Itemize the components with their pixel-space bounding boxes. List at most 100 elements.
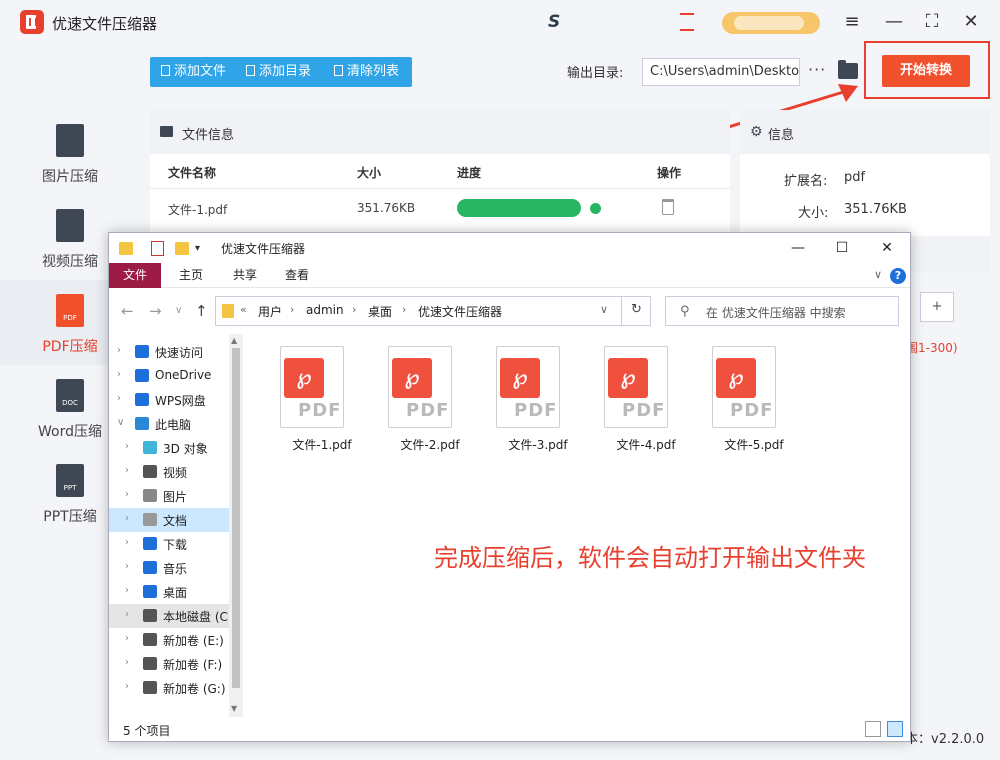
- chevron-down-icon[interactable]: ∨: [117, 417, 124, 428]
- chevron-down-icon[interactable]: ∨: [600, 303, 608, 316]
- add-folder-button[interactable]: 添加目录: [246, 57, 311, 87]
- scroll-down-icon[interactable]: ▼: [231, 704, 237, 713]
- brand-s-icon[interactable]: S: [548, 12, 560, 32]
- tree-item-label: 文档: [163, 514, 188, 528]
- tab-file[interactable]: 文件: [109, 263, 162, 288]
- tree-item[interactable]: › 图片: [109, 484, 229, 508]
- tree-item[interactable]: › OneDrive: [109, 364, 229, 388]
- add-file-button[interactable]: 添加文件: [161, 57, 226, 87]
- drive-icon: [143, 609, 157, 622]
- chevron-right-icon[interactable]: ›: [125, 585, 129, 596]
- file-list-panel: 文件信息 文件名称 大小 进度 操作 文件-1.pdf 351.76KB: [150, 110, 730, 250]
- gear-icon: ⚙: [750, 124, 763, 140]
- chevron-right-icon[interactable]: ›: [117, 393, 121, 404]
- tab-share[interactable]: 共享: [219, 263, 271, 288]
- file-panel-header: 文件信息: [150, 110, 730, 154]
- tree-item-label: 图片: [163, 490, 188, 504]
- chevron-down-icon[interactable]: ∨: [874, 268, 882, 281]
- address-bar[interactable]: « 用户 › admin › 桌面 › 优速文件压缩器 ∨: [215, 296, 651, 326]
- file-item[interactable]: ℘ PDF 文件-5.pdf: [686, 344, 784, 454]
- minimize-icon[interactable]: —: [880, 8, 908, 36]
- up-icon[interactable]: ↑: [195, 302, 208, 320]
- minimize-icon[interactable]: —: [783, 237, 813, 259]
- tree-item[interactable]: › 音乐: [109, 556, 229, 580]
- help-icon[interactable]: ?: [890, 268, 906, 284]
- tree-item-label: 此电脑: [155, 418, 192, 432]
- file-name-cell: 文件-1.pdf: [168, 203, 228, 217]
- refresh-icon[interactable]: ↻: [621, 296, 651, 326]
- trash-icon: [334, 65, 343, 76]
- close-icon[interactable]: ✕: [872, 237, 902, 259]
- tree-item[interactable]: ∨ 此电脑: [109, 412, 229, 436]
- tree-item-label: 新加卷 (E:): [163, 634, 224, 648]
- chevron-right-icon[interactable]: ›: [125, 657, 129, 668]
- file-item[interactable]: ℘ PDF 文件-3.pdf: [470, 344, 568, 454]
- chevron-right-icon[interactable]: ›: [125, 633, 129, 644]
- chevron-right-icon[interactable]: ›: [125, 537, 129, 548]
- tree-item[interactable]: › WPS网盘: [109, 388, 229, 412]
- clear-list-button[interactable]: 清除列表: [334, 57, 399, 87]
- tree-item[interactable]: › 桌面: [109, 580, 229, 604]
- chevron-right-icon[interactable]: ›: [125, 489, 129, 500]
- chevron-right-icon[interactable]: ›: [117, 345, 121, 356]
- quantity-stepper-plus[interactable]: +: [920, 292, 954, 322]
- tree-item[interactable]: › 文档: [109, 508, 229, 532]
- breadcrumb-item[interactable]: 优速文件压缩器: [418, 303, 502, 320]
- recent-chevron-icon[interactable]: ∨: [175, 305, 182, 316]
- close-icon[interactable]: ✕: [957, 8, 985, 36]
- file-item[interactable]: ℘ PDF 文件-1.pdf: [254, 344, 352, 454]
- sidebar-item-image[interactable]: 图片压缩: [0, 110, 140, 195]
- start-convert-button[interactable]: 开始转换: [882, 55, 970, 87]
- large-icons-view-icon[interactable]: [887, 721, 903, 737]
- file-name: 文件-5.pdf: [724, 438, 784, 452]
- explorer-title: 优速文件压缩器: [221, 242, 306, 256]
- scroll-up-icon[interactable]: ▲: [231, 336, 237, 345]
- breadcrumb-item[interactable]: 桌面: [368, 303, 392, 320]
- chevron-right-icon[interactable]: ›: [117, 369, 121, 380]
- back-icon[interactable]: ←: [121, 302, 134, 320]
- scroll-thumb[interactable]: [232, 348, 240, 688]
- chevron-right-icon[interactable]: ›: [125, 681, 129, 692]
- tab-view[interactable]: 查看: [271, 263, 323, 288]
- menu-icon[interactable]: ≡: [838, 8, 866, 36]
- red-badge-icon[interactable]: [680, 13, 694, 31]
- search-input[interactable]: ⚲ 在 优速文件压缩器 中搜索: [665, 296, 899, 326]
- chevron-down-icon[interactable]: ▾: [195, 241, 208, 256]
- file-item[interactable]: ℘ PDF 文件-4.pdf: [578, 344, 676, 454]
- breadcrumb-overflow[interactable]: «: [240, 303, 247, 316]
- tree-item[interactable]: › 新加卷 (G:): [109, 676, 229, 700]
- trash-icon[interactable]: [662, 199, 674, 215]
- breadcrumb-item[interactable]: 用户: [258, 303, 282, 320]
- chevron-right-icon[interactable]: ›: [125, 609, 129, 620]
- tree-item[interactable]: › 新加卷 (E:): [109, 628, 229, 652]
- tree-scrollbar[interactable]: ▲ ▼: [229, 334, 243, 717]
- new-folder-icon[interactable]: [175, 242, 189, 255]
- image-icon: [160, 126, 173, 137]
- chevron-right-icon[interactable]: ›: [125, 561, 129, 572]
- tree-item[interactable]: › 视频: [109, 460, 229, 484]
- user-account-pill[interactable]: [722, 12, 820, 34]
- tree-item[interactable]: › 下载: [109, 532, 229, 556]
- maximize-icon[interactable]: ⛶: [918, 8, 946, 36]
- properties-icon[interactable]: [151, 241, 164, 256]
- chevron-right-icon[interactable]: ›: [125, 441, 129, 452]
- details-view-icon[interactable]: [865, 721, 881, 737]
- file-item[interactable]: ℘ PDF 文件-2.pdf: [362, 344, 460, 454]
- explorer-navbar: ← → ∨ ↑ « 用户 › admin › 桌面 › 优速文件压缩器 ∨ ↻ …: [109, 288, 910, 334]
- tree-item[interactable]: › 快速访问: [109, 340, 229, 364]
- ext-value: pdf: [844, 170, 866, 185]
- tree-item[interactable]: › 新加卷 (F:): [109, 652, 229, 676]
- chevron-right-icon[interactable]: ›: [125, 513, 129, 524]
- tree-item[interactable]: › 3D 对象: [109, 436, 229, 460]
- forward-icon[interactable]: →: [149, 302, 162, 320]
- tree-item-label: WPS网盘: [155, 394, 206, 408]
- maximize-icon[interactable]: ☐: [827, 237, 857, 259]
- sidebar-item-label: 图片压缩: [42, 169, 98, 185]
- tree-item[interactable]: › 本地磁盘 (C: [109, 604, 229, 628]
- tab-home[interactable]: 主页: [165, 263, 217, 288]
- tree-item-label: 桌面: [163, 586, 188, 600]
- document-icon: [143, 513, 157, 526]
- chevron-right-icon[interactable]: ›: [125, 465, 129, 476]
- navigation-tree: › 快速访问 › OneDrive › WPS网盘 ∨ 此电脑 › 3D 对象 › 视频 › 图片 › 文档 ›…: [109, 334, 229, 717]
- breadcrumb-item[interactable]: admin: [306, 303, 344, 317]
